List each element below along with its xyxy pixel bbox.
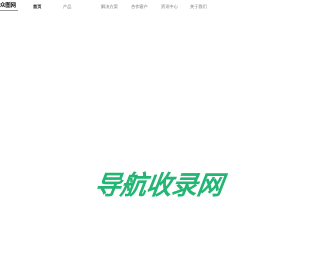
nav-item-solutions[interactable]: 解决方案 <box>101 4 118 10</box>
nav-item-about[interactable]: 关于我们 <box>190 4 207 10</box>
hero-watermark-text: 导航收录网 <box>92 171 225 201</box>
nav-item-home[interactable]: 首页 <box>33 4 41 10</box>
nav-item-news[interactable]: 资讯中心 <box>161 4 178 10</box>
nav-item-products[interactable]: 产品 <box>63 4 71 10</box>
main-nav: 首页 产品 解决方案 合作客户 资讯中心 关于我们 <box>0 4 275 12</box>
site-header: 众图网 首页 产品 解决方案 合作客户 资讯中心 关于我们 <box>0 0 275 14</box>
nav-item-customers[interactable]: 合作客户 <box>131 4 148 10</box>
